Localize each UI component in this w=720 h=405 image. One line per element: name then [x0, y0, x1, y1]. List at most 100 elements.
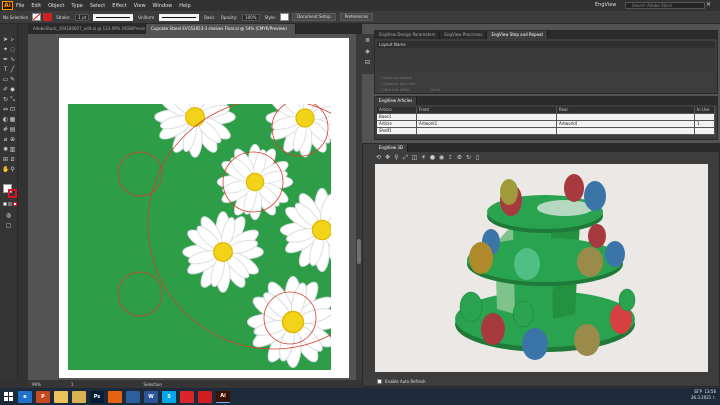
page-number[interactable]: 1: [71, 382, 74, 387]
menu-object[interactable]: Object: [48, 3, 64, 9]
taskbar-firefox-icon[interactable]: [108, 390, 122, 403]
stroke-profile-dropdown[interactable]: [93, 13, 134, 21]
rotate-tool-icon[interactable]: ↻: [2, 96, 9, 103]
tab-adobestock-document[interactable]: AdobeStock_194180607_edit.ai @ 123.09% (…: [28, 24, 146, 34]
artboard[interactable]: [59, 38, 349, 378]
gradient-tool-icon[interactable]: ▤: [9, 126, 16, 133]
menu-type[interactable]: Type: [71, 3, 82, 9]
taskbar-powerpoint-icon[interactable]: P: [36, 390, 50, 403]
auto-refresh-checkbox[interactable]: [377, 379, 382, 384]
taskbar-acrobat-icon[interactable]: [198, 390, 212, 403]
start-button[interactable]: [0, 388, 16, 405]
zoom-level[interactable]: 99%: [32, 382, 41, 387]
table-row[interactable]: Shelf1: [377, 128, 715, 135]
table-row[interactable]: Base1: [377, 114, 715, 121]
canvas-area[interactable]: [28, 34, 362, 380]
opacity-field[interactable]: 100%: [242, 13, 260, 21]
tab-engview-3d[interactable]: EngView 3D: [375, 144, 408, 152]
menu-file[interactable]: File: [16, 3, 24, 9]
stroke-color-icon[interactable]: [8, 189, 17, 198]
taskbar-photoshop-icon[interactable]: Ps: [90, 390, 104, 403]
hand-tool-icon[interactable]: ✋: [2, 166, 9, 173]
nest-option[interactable]: ○ Nest min offset 0mm: [379, 87, 440, 93]
eraser-icon[interactable]: ◆: [9, 86, 16, 93]
taskbar-files-icon[interactable]: [54, 390, 68, 403]
export-icon[interactable]: ⇪: [447, 154, 454, 161]
gradient-mode-icon[interactable]: [8, 202, 12, 206]
type-tool-icon[interactable]: T: [2, 66, 9, 73]
taskbar-store-icon[interactable]: [126, 390, 140, 403]
column-front[interactable]: Front: [417, 107, 557, 113]
taskbar-skype-icon[interactable]: S: [162, 390, 176, 403]
menu-edit[interactable]: Edit: [31, 3, 41, 9]
refresh-icon[interactable]: ↻: [465, 154, 472, 161]
system-tray-clock[interactable]: БГР 13:56 26.3.2021 г.: [691, 389, 716, 401]
fill-swatch[interactable]: [32, 13, 42, 21]
menu-window[interactable]: Window: [153, 3, 173, 9]
fit-view-icon[interactable]: ⤢: [402, 154, 409, 161]
blend-tool-icon[interactable]: ⊕: [9, 136, 16, 143]
zoom-tool-icon[interactable]: ⚲: [9, 166, 16, 173]
taskbar-edge-icon[interactable]: e: [18, 390, 32, 403]
document-icon[interactable]: ▯: [474, 154, 481, 161]
settings-icon[interactable]: ⚙: [456, 154, 463, 161]
document-setup-button[interactable]: Document Setup: [291, 13, 336, 21]
taskbar-illustrator-icon[interactable]: Ai: [216, 390, 230, 403]
taskbar-explorer-icon[interactable]: [72, 390, 86, 403]
keyboard-language[interactable]: БГР: [694, 389, 702, 394]
none-mode-icon[interactable]: [13, 202, 17, 206]
taskbar-record-icon[interactable]: [180, 390, 194, 403]
search-adobe-stock-input[interactable]: Search Adobe Stock: [625, 2, 705, 9]
column-article[interactable]: Article: [377, 107, 417, 113]
menu-select[interactable]: Select: [90, 3, 105, 9]
workspace-switcher[interactable]: EngView: [595, 2, 616, 8]
pan-icon[interactable]: ✥: [384, 154, 391, 161]
menu-help[interactable]: Help: [179, 3, 190, 9]
3d-viewport[interactable]: [375, 164, 708, 372]
tab-engview-articles[interactable]: EngView Articles: [375, 97, 418, 105]
shaper-tool-icon[interactable]: ✐: [2, 86, 9, 93]
mesh-tool-icon[interactable]: #: [2, 126, 9, 133]
rotate-view-icon[interactable]: ⟲: [375, 154, 382, 161]
draw-mode-icon[interactable]: ◍: [5, 212, 12, 219]
magic-wand-icon[interactable]: ✦: [2, 46, 9, 53]
graphic-style-swatch[interactable]: [279, 13, 289, 21]
column-graph-icon[interactable]: ▥: [9, 146, 16, 153]
stroke-weight-field[interactable]: 1 pt: [75, 13, 90, 21]
column-rear[interactable]: Rear: [557, 107, 695, 113]
lasso-icon[interactable]: ◌: [9, 46, 16, 53]
taskbar-word-icon[interactable]: W: [144, 390, 158, 403]
screen-mode-icon[interactable]: ▢: [5, 222, 12, 229]
artboard-tool-icon[interactable]: ⊞: [2, 156, 9, 163]
brush-dropdown[interactable]: [159, 13, 200, 21]
free-transform-icon[interactable]: ⊡: [9, 106, 16, 113]
light-icon[interactable]: ☀: [420, 154, 427, 161]
symbol-sprayer-icon[interactable]: ✺: [2, 146, 9, 153]
curvature-tool-icon[interactable]: ∿: [9, 56, 16, 63]
properties-icon[interactable]: ⊟: [364, 59, 371, 66]
tab-processes[interactable]: EngView Processes: [440, 31, 488, 39]
tab-step-and-repeat[interactable]: EngView Step and Repeat: [487, 31, 549, 39]
color-mode-icon[interactable]: [3, 202, 7, 206]
close-window-icon[interactable]: ✕: [706, 1, 711, 8]
shape-builder-icon[interactable]: ◐: [2, 116, 9, 123]
direct-selection-tool-icon[interactable]: ▹: [9, 36, 16, 43]
preferences-button[interactable]: Preferences: [339, 13, 374, 21]
cube-view-icon[interactable]: ◫: [411, 154, 418, 161]
paintbrush-icon[interactable]: ✎: [9, 76, 16, 83]
bulb-icon[interactable]: ●: [429, 154, 436, 161]
line-tool-icon[interactable]: ╱: [9, 66, 16, 73]
layout-list[interactable]: [377, 48, 715, 72]
selection-tool-icon[interactable]: ➤: [2, 36, 9, 43]
perspective-grid-icon[interactable]: ▦: [9, 116, 16, 123]
camera-icon[interactable]: ◉: [438, 154, 445, 161]
zoom-icon[interactable]: ⚲: [393, 154, 400, 161]
width-tool-icon[interactable]: ⇔: [2, 106, 9, 113]
stroke-swatch[interactable]: [43, 13, 53, 21]
tab-design-parameters[interactable]: EngView Design Parameters: [375, 31, 441, 39]
scale-tool-icon[interactable]: ⤡: [9, 96, 16, 103]
pen-tool-icon[interactable]: ✒: [2, 56, 9, 63]
column-in-use[interactable]: In Use: [695, 107, 715, 113]
menu-view[interactable]: View: [134, 3, 146, 9]
menu-effect[interactable]: Effect: [112, 3, 126, 9]
